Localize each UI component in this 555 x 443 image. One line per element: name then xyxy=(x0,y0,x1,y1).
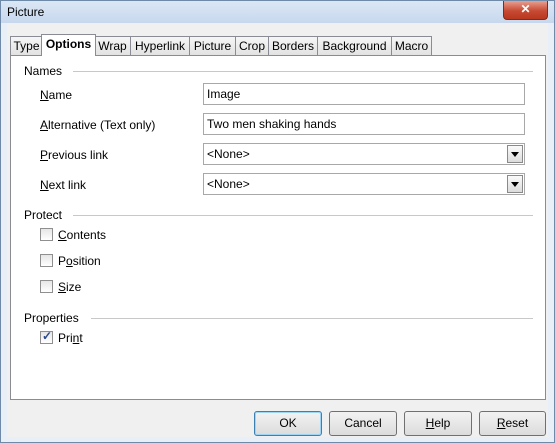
tab-background[interactable]: Background xyxy=(317,36,392,55)
properties-divider xyxy=(91,318,533,319)
tab-label: Type xyxy=(13,39,40,53)
tab-macro[interactable]: Macro xyxy=(391,36,432,55)
protect-section-title: Protect xyxy=(24,208,63,222)
cancel-label: Cancel xyxy=(344,416,382,430)
tab-borders[interactable]: Borders xyxy=(268,36,318,55)
tab-label: Hyperlink xyxy=(134,39,185,53)
previous-link-value: <None> xyxy=(207,147,250,161)
help-button[interactable]: Help xyxy=(404,411,472,436)
tab-wrap[interactable]: Wrap xyxy=(94,36,131,55)
cancel-button[interactable]: Cancel xyxy=(329,411,397,436)
chevron-down-icon[interactable] xyxy=(507,175,523,193)
close-button[interactable]: ✕ xyxy=(503,1,548,20)
properties-section-title: Properties xyxy=(24,311,79,325)
picture-dialog: Picture ✕ Type Options Wrap Hyperlink Pi… xyxy=(0,0,555,443)
print-checkbox[interactable]: ✓ xyxy=(40,329,53,344)
tab-options[interactable]: Options xyxy=(41,34,96,56)
previous-link-select[interactable]: <None> xyxy=(203,143,525,165)
next-link-value: <None> xyxy=(207,177,250,191)
tab-picture[interactable]: Picture xyxy=(189,36,236,55)
dialog-client: Type Options Wrap Hyperlink Picture Crop… xyxy=(7,23,548,437)
size-label[interactable]: Size xyxy=(58,280,81,294)
name-value: Image xyxy=(207,87,241,101)
contents-checkbox[interactable] xyxy=(40,228,53,241)
alternative-value: Two men shaking hands xyxy=(207,117,337,131)
size-checkbox[interactable] xyxy=(40,280,53,293)
alternative-field[interactable]: Two men shaking hands xyxy=(203,113,525,135)
print-label[interactable]: Print xyxy=(58,331,83,345)
tab-label: Crop xyxy=(238,39,265,53)
tab-label: Picture xyxy=(193,39,232,53)
window-title: Picture xyxy=(7,5,45,19)
checkmark-icon: ✓ xyxy=(42,329,53,343)
position-label[interactable]: Position xyxy=(58,254,101,268)
tab-label: Options xyxy=(45,37,92,51)
next-link-select[interactable]: <None> xyxy=(203,173,525,195)
options-panel: Names Name Image Alternative (Text only)… xyxy=(10,55,546,400)
tab-hyperlink[interactable]: Hyperlink xyxy=(130,36,190,55)
name-field[interactable]: Image xyxy=(203,83,525,105)
tab-label: Background xyxy=(322,39,387,53)
reset-button[interactable]: Reset xyxy=(479,411,546,436)
previous-link-label: Previous link xyxy=(40,148,109,162)
ok-label: OK xyxy=(279,416,297,430)
chevron-down-icon[interactable] xyxy=(507,145,523,163)
name-label: Name xyxy=(40,88,73,102)
tab-label: Borders xyxy=(271,39,315,53)
alternative-label: Alternative (Text only) xyxy=(40,118,156,132)
ok-button[interactable]: OK xyxy=(254,411,322,436)
position-checkbox[interactable] xyxy=(40,254,53,267)
names-section-title: Names xyxy=(24,64,63,78)
title-bar[interactable]: Picture ✕ xyxy=(1,1,554,23)
next-link-label: Next link xyxy=(40,178,87,192)
tab-label: Wrap xyxy=(98,39,127,53)
tab-type[interactable]: Type xyxy=(10,36,43,55)
protect-divider xyxy=(73,215,533,216)
contents-label[interactable]: Contents xyxy=(58,228,106,242)
tab-crop[interactable]: Crop xyxy=(235,36,269,55)
tab-label: Macro xyxy=(394,39,429,53)
names-divider xyxy=(73,71,533,72)
close-icon: ✕ xyxy=(520,2,531,16)
